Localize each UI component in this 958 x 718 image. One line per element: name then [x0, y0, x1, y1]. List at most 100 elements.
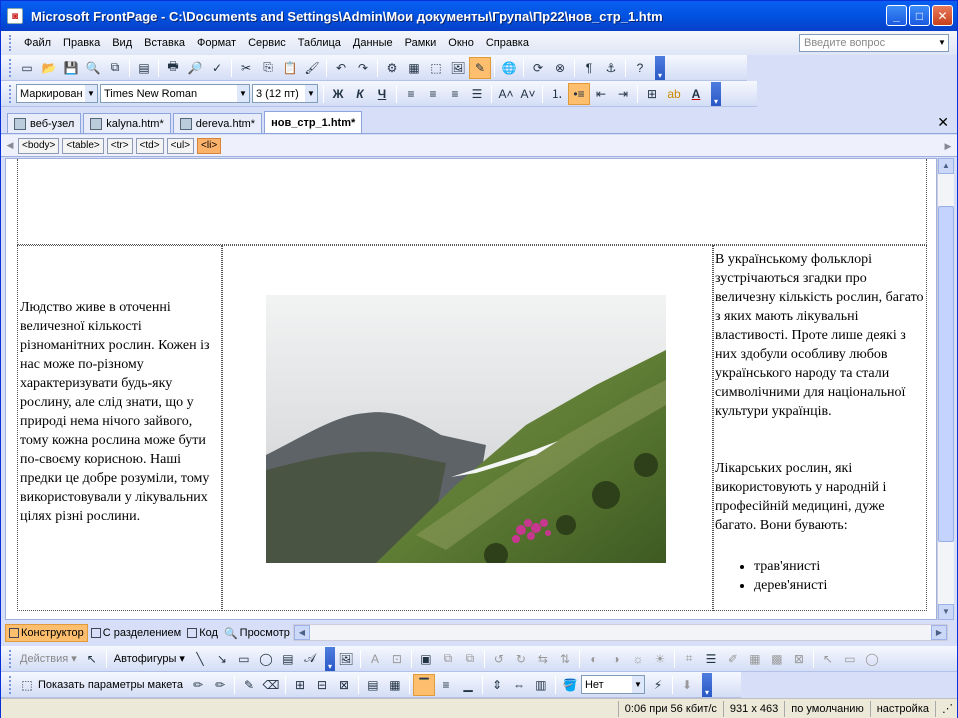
- toolbar-grip[interactable]: [9, 84, 12, 103]
- quicktag-right-arrow-icon[interactable]: ▶: [943, 137, 953, 155]
- scroll-down-icon[interactable]: ▼: [938, 604, 954, 620]
- insert-layer-icon[interactable]: ⬚: [425, 57, 447, 79]
- menu-frames[interactable]: Рамки: [399, 34, 443, 52]
- tag-ul[interactable]: <ul>: [166, 137, 195, 154]
- draw-layout-cell-icon[interactable]: ✏: [209, 674, 231, 696]
- web-component-icon[interactable]: ⚙: [381, 57, 403, 79]
- menu-data[interactable]: Данные: [347, 34, 399, 52]
- eraser-icon[interactable]: ⌫: [260, 674, 282, 696]
- bevel-icon[interactable]: ▩: [766, 648, 788, 670]
- scroll-left-icon[interactable]: ◀: [294, 625, 310, 640]
- new-page-icon[interactable]: ▭: [16, 57, 38, 79]
- align-bottom-icon[interactable]: ▁: [457, 674, 479, 696]
- tab-new-page[interactable]: нов_стр_1.htm*: [264, 111, 363, 133]
- show-layout-button[interactable]: Показать параметры макета: [38, 679, 187, 691]
- minimize-button[interactable]: _: [886, 5, 907, 26]
- drawing-icon[interactable]: ✎: [469, 56, 491, 79]
- resample-icon[interactable]: ⊠: [788, 648, 810, 670]
- font-select[interactable]: Times New Roman ▼: [100, 84, 250, 103]
- highlight-icon[interactable]: ab: [663, 83, 685, 105]
- table-cell-top[interactable]: [17, 159, 927, 245]
- view-code[interactable]: Код: [184, 624, 221, 642]
- position-absolute-icon[interactable]: ▣: [415, 648, 437, 670]
- hotspot-circle-icon[interactable]: ◯: [861, 648, 883, 670]
- increase-font-icon[interactable]: A˄: [495, 83, 517, 105]
- quicktag-left-arrow-icon[interactable]: ◀: [5, 137, 15, 155]
- autofit-icon[interactable]: ▥: [530, 674, 552, 696]
- hotspot-rect-icon[interactable]: ▭: [839, 648, 861, 670]
- view-design[interactable]: Конструктор: [5, 624, 88, 642]
- send-backward-icon[interactable]: ⧉: [459, 648, 481, 670]
- align-center-icon[interactable]: ≡: [422, 83, 444, 105]
- less-brightness-icon[interactable]: ☀: [649, 648, 671, 670]
- oval-icon[interactable]: ◯: [255, 648, 277, 670]
- toolbar-grip[interactable]: [9, 58, 12, 77]
- menu-edit[interactable]: Правка: [57, 34, 106, 52]
- frontpage-app-icon[interactable]: ◙: [7, 8, 23, 24]
- vertical-scrollbar[interactable]: ▲ ▼: [937, 158, 954, 620]
- menu-format[interactable]: Формат: [191, 34, 242, 52]
- italic-button[interactable]: К: [349, 83, 371, 105]
- crop-icon[interactable]: ⌗: [678, 648, 700, 670]
- tag-tr[interactable]: <tr>: [106, 137, 133, 154]
- view-split[interactable]: С разделением: [88, 624, 185, 642]
- align-left-icon[interactable]: ≡: [400, 83, 422, 105]
- tag-body[interactable]: <body>: [18, 137, 60, 154]
- underline-button[interactable]: Ч: [371, 83, 393, 105]
- more-contrast-icon[interactable]: ◐: [583, 648, 605, 670]
- rotate-right-icon[interactable]: ↻: [510, 648, 532, 670]
- draw-layout-table-icon[interactable]: ✏: [187, 674, 209, 696]
- close-document-icon[interactable]: ✕: [937, 114, 949, 131]
- cut-icon[interactable]: ✂: [235, 57, 257, 79]
- increase-indent-icon[interactable]: ⇥: [612, 83, 634, 105]
- scroll-right-icon[interactable]: ▶: [931, 625, 947, 640]
- align-top-icon[interactable]: ▔: [412, 673, 435, 696]
- horizontal-scrollbar[interactable]: ◀ ▶: [293, 624, 948, 641]
- textbox-icon[interactable]: ▤: [277, 648, 299, 670]
- copy-icon[interactable]: ⎘: [257, 57, 279, 79]
- picture-icon[interactable]: 🖼: [335, 648, 357, 670]
- format-painter-icon[interactable]: 🖌: [301, 57, 323, 79]
- close-button[interactable]: ✕: [932, 5, 953, 26]
- chevron-down-icon[interactable]: ▼: [85, 85, 97, 102]
- numbering-icon[interactable]: ⒈: [546, 83, 568, 105]
- align-right-icon[interactable]: ≡: [444, 83, 466, 105]
- menu-file[interactable]: Файл: [18, 34, 57, 52]
- set-transparent-icon[interactable]: ✐: [722, 648, 744, 670]
- insert-rows-icon[interactable]: ⊞: [289, 674, 311, 696]
- insert-table-icon[interactable]: ▦: [403, 57, 425, 79]
- select-objects-icon[interactable]: ↖: [81, 648, 103, 670]
- fill-down-icon[interactable]: ⬇: [676, 674, 698, 696]
- mountain-photo[interactable]: [266, 295, 666, 563]
- table-cell-left[interactable]: Людство живе в оточенні величезної кільк…: [17, 245, 222, 611]
- decrease-font-icon[interactable]: A˅: [517, 83, 539, 105]
- stop-icon[interactable]: ⊗: [549, 57, 571, 79]
- toggle-pane-icon[interactable]: ▤: [133, 57, 155, 79]
- layout-params-icon[interactable]: ⬚: [16, 674, 38, 696]
- wordart-icon[interactable]: 𝒜: [299, 648, 321, 670]
- redo-icon[interactable]: ↷: [352, 57, 374, 79]
- toolbar-options-icon[interactable]: ▾: [324, 646, 335, 671]
- bullets-icon[interactable]: •≡: [568, 82, 590, 105]
- distribute-rows-icon[interactable]: ⇕: [486, 674, 508, 696]
- chevron-down-icon[interactable]: ▼: [631, 676, 644, 693]
- insert-picture-icon[interactable]: 🖼: [447, 57, 469, 79]
- arrow-icon[interactable]: ↘: [211, 648, 233, 670]
- more-brightness-icon[interactable]: ☼: [627, 648, 649, 670]
- preview-icon[interactable]: 🔎: [184, 57, 206, 79]
- ask-question-input[interactable]: Введите вопрос ▼: [799, 34, 949, 52]
- toolbar-options-icon[interactable]: ▾: [655, 55, 665, 80]
- text-icon[interactable]: A: [364, 648, 386, 670]
- hyperlink-icon[interactable]: 🌐: [498, 57, 520, 79]
- menu-help[interactable]: Справка: [480, 34, 535, 52]
- menu-window[interactable]: Окно: [442, 34, 480, 52]
- list-item[interactable]: дерев'янисті: [754, 576, 914, 595]
- auto-thumbnail-icon[interactable]: ⊡: [386, 648, 408, 670]
- toolbar-options-icon[interactable]: ▾: [701, 672, 712, 697]
- anchor-icon[interactable]: ⚓: [600, 57, 622, 79]
- split-cells-icon[interactable]: ▦: [384, 674, 406, 696]
- decrease-indent-icon[interactable]: ⇤: [590, 83, 612, 105]
- spelling-icon[interactable]: ✓: [206, 57, 228, 79]
- autoformat-icon[interactable]: ⚡: [647, 674, 669, 696]
- tab-website[interactable]: веб-узел: [7, 113, 82, 133]
